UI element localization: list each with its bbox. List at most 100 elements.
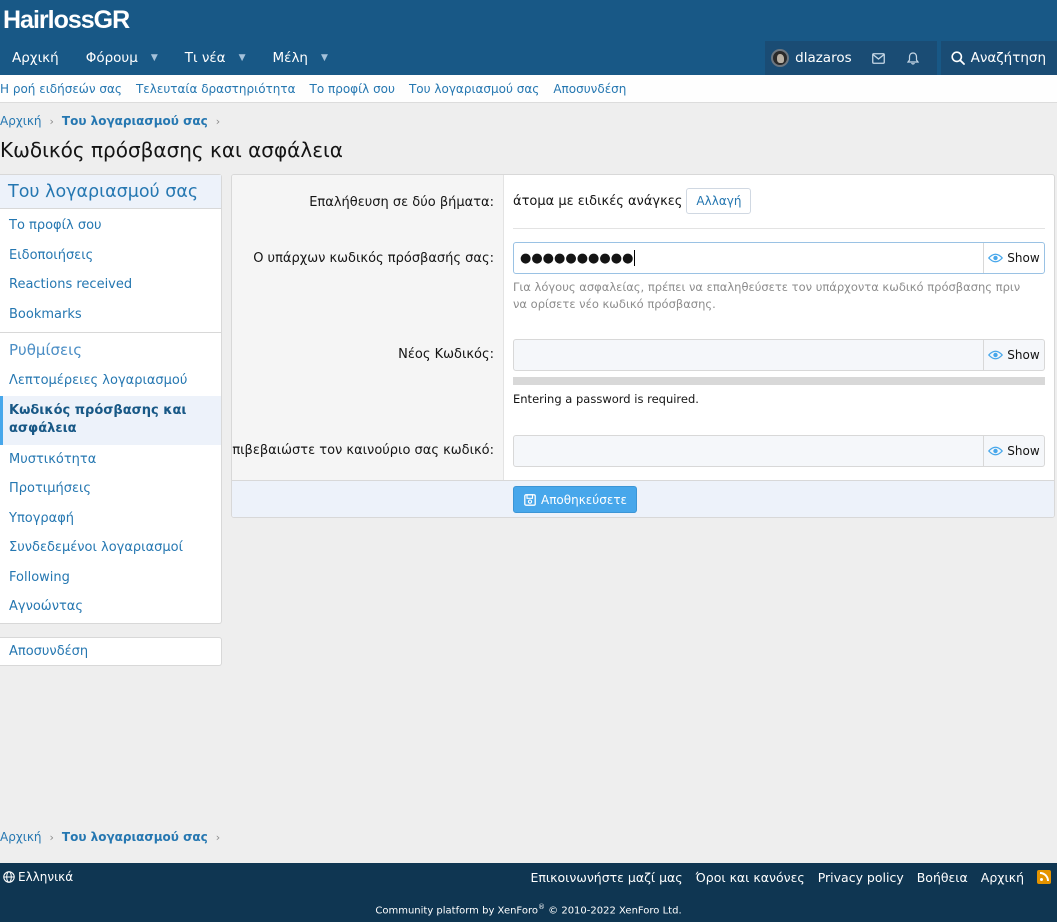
chevron-down-icon[interactable]: ▼ [151,53,158,63]
save-button[interactable]: Αποθηκεύσετε [513,486,638,513]
sidebar-item-bookmarks[interactable]: Bookmarks [0,300,221,330]
new-password-label: Νέος Κωδικός: [398,347,494,362]
registered-mark: ® [537,903,545,911]
main-nav: Αρχική Φόρουμ ▼ Τι νέα ▼ Μέλη ▼ dlazaros Αν… [0,41,1057,75]
sidebar-item-security[interactable]: Κωδικός πρόσβασης και ασφάλεια [0,395,221,445]
subnav-your-profile[interactable]: Το προφίλ σου [310,82,395,96]
envelope-icon[interactable] [871,52,885,64]
save-label: Αποθηκεύσετε [541,492,628,507]
show-label: Show [1007,444,1040,458]
password-form: Επαλήθευση σε δύο βήματα: Ο υπάρχων κωδι… [231,174,1055,518]
sidebar-item-signature[interactable]: Υπογραφή [0,504,221,534]
show-new-password-button[interactable]: Show [983,340,1044,370]
copyright-years: © 2010-2022 XenForo Ltd. [544,905,682,917]
footer-privacy[interactable]: Privacy policy [818,870,904,885]
form-footer: Αποθηκεύσετε [232,480,1054,517]
sub-nav: Η ροή ειδήσεών σας Τελευταία δραστηριότη… [0,75,1057,103]
breadcrumb-bottom: Αρχική › Του λογαριασμού σας › [0,827,228,847]
nav-forums-label: Φόρουμ [85,50,138,66]
subnav-latest-activity[interactable]: Τελευταία δραστηριότητα [136,82,296,96]
site-header: HairlossGR [0,0,1057,41]
site-logo[interactable]: HairlossGR [3,6,130,35]
rss-icon[interactable] [1037,870,1051,884]
subnav-logout[interactable]: Αποσυνδέση [553,82,626,96]
current-password-field[interactable]: ●●●●●●●●●● Show [513,242,1045,274]
breadcrumb-home[interactable]: Αρχική [0,114,42,128]
current-password-input[interactable]: ●●●●●●●●●● [514,243,983,273]
chevron-right-icon: › [49,114,54,128]
subnav-news-feed[interactable]: Η ροή ειδήσεών σας [0,82,122,96]
current-password-hint: Για λόγους ασφαλείας, πρέπει να επαληθεύ… [513,280,1021,311]
two-step-label: Επαλήθευση σε δύο βήματα: [309,195,494,210]
language-chooser[interactable]: Ελληνικά [3,870,73,884]
confirm-password-field[interactable]: Show [513,435,1045,467]
sidebar-logout[interactable]: Αποσυνδέση [0,637,222,666]
site-footer: Ελληνικά Επικοινωνήστε μαζί μας Όροι και… [0,863,1057,922]
new-password-input[interactable] [514,340,983,370]
password-strength-meter [513,377,1045,385]
username[interactable]: dlazaros [795,50,852,66]
avatar[interactable] [771,49,790,67]
account-sidebar: Του λογαριασμού σας Το προφίλ σου Ειδοπο… [0,174,222,624]
sidebar-item-profile[interactable]: Το προφίλ σου [0,211,221,241]
eye-icon [988,446,1004,456]
sidebar-item-account-details[interactable]: Λεπτομέρειες λογαριασμού [0,366,221,396]
nav-forums[interactable]: Φόρουμ ▼ [86,50,158,66]
breadcrumb-home[interactable]: Αρχική [0,830,42,844]
current-password-value: ●●●●●●●●●● [520,250,634,266]
sidebar-item-preferences[interactable]: Προτιμήσεις [0,474,221,504]
breadcrumb: Αρχική › Του λογαριασμού σας › [0,111,1057,131]
globe-icon [3,871,15,883]
chevron-down-icon[interactable]: ▼ [239,53,246,63]
chevron-right-icon: › [49,830,54,844]
show-current-password-button[interactable]: Show [983,243,1044,273]
nav-home-label: Αρχική [12,50,59,66]
search-button[interactable]: Αναζήτηση [940,41,1057,75]
copyright-platform[interactable]: Community platform by XenForo [375,905,538,916]
eye-icon [988,350,1004,360]
sidebar-settings-heading: Ρυθμίσεις [0,332,221,366]
footer-contact[interactable]: Επικοινωνήστε μαζί μας [530,870,682,885]
nav-home[interactable]: Αρχική [12,50,59,66]
new-password-field[interactable]: Show [513,339,1045,371]
sidebar-item-ignoring[interactable]: Αγνοώντας [0,592,221,622]
search-label: Αναζήτηση [970,50,1046,66]
two-step-row: άτομα με ειδικές ανάγκες Αλλαγή [513,188,752,214]
show-label: Show [1007,251,1040,265]
nav-whats-new-label: Τι νέα [184,50,226,66]
show-confirm-password-button[interactable]: Show [983,436,1044,466]
footer-terms[interactable]: Όροι και κανόνες [696,870,805,885]
two-step-status: άτομα με ειδικές ανάγκες [513,193,683,209]
sidebar-item-privacy[interactable]: Μυστικότητα [0,445,221,475]
chevron-right-icon: › [215,114,221,128]
confirm-password-input[interactable] [514,436,983,466]
sidebar-heading[interactable]: Του λογαριασμού σας [0,175,221,209]
show-label: Show [1007,348,1040,362]
user-menu[interactable]: dlazaros [765,41,937,75]
divider [513,228,1045,229]
nav-members[interactable]: Μέλη ▼ [273,50,328,66]
change-two-step-button[interactable]: Αλλαγή [686,188,752,214]
footer-home[interactable]: Αρχική [981,870,1024,885]
page-title: Κωδικός πρόσβασης και ασφάλεια [0,138,343,162]
bell-icon[interactable] [906,51,919,65]
language-label: Ελληνικά [18,870,74,884]
sidebar-item-connected-accounts[interactable]: Συνδεδεμένοι λογαριασμοί [0,533,221,563]
text-cursor [634,250,636,266]
sidebar-item-following[interactable]: Following [0,563,221,593]
eye-icon [988,253,1004,263]
footer-help[interactable]: Βοήθεια [917,870,968,885]
password-strength-message: Entering a password is required. [513,392,699,406]
sidebar-item-reactions[interactable]: Reactions received [0,270,221,300]
sidebar-item-alerts[interactable]: Ειδοποιήσεις [0,241,221,271]
breadcrumb-account[interactable]: Του λογαριασμού σας [62,114,208,128]
chevron-down-icon[interactable]: ▼ [321,53,328,63]
breadcrumb-account[interactable]: Του λογαριασμού σας [62,830,208,844]
chevron-right-icon: › [215,830,221,844]
nav-whats-new[interactable]: Τι νέα ▼ [185,50,246,66]
current-password-label: Ο υπάρχων κωδικός πρόσβασής σας: [253,251,494,266]
confirm-password-label: Επιβεβαιώστε τον καινούριο σας κωδικό: [231,443,494,458]
copyright: Community platform by XenForo® © 2010-20… [0,903,1057,916]
subnav-your-account[interactable]: Του λογαριασμού σας [409,82,539,96]
form-label-column: Επαλήθευση σε δύο βήματα: Ο υπάρχων κωδι… [232,175,504,480]
